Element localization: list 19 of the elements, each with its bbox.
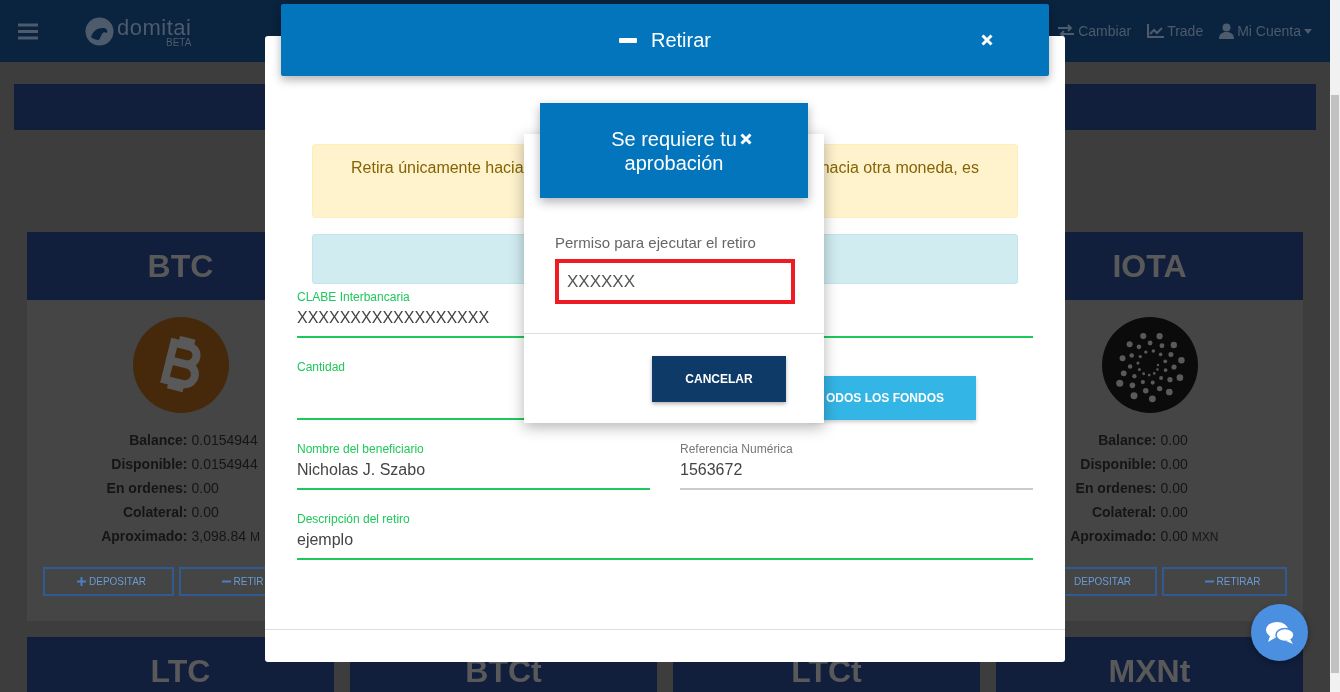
- warning-text: Retira únicamente hacia: [351, 159, 524, 178]
- nav-link[interactable]: Cambiar: [1078, 23, 1132, 39]
- nav-link[interactable]: Mi Cuenta: [1237, 23, 1301, 39]
- coin-symbol: IOTA: [1112, 247, 1187, 285]
- field-label: Permiso para ejecutar el retiro: [555, 234, 757, 252]
- deposit-button[interactable]: DEPOSITAR: [43, 567, 174, 596]
- withdraw-button[interactable]: RETIRAR: [1161, 567, 1287, 596]
- text-field[interactable]: Referencia Numérica 1563672: [680, 442, 1033, 490]
- coin-symbol: MXNt: [1108, 652, 1191, 690]
- dialog-title: Retirar: [651, 28, 711, 52]
- cancel-button[interactable]: CANCELAR: [652, 356, 786, 402]
- coin-symbol: BTC: [147, 247, 214, 285]
- text-field[interactable]: Descripción del retiro ejemplo: [297, 512, 1033, 560]
- nav-link[interactable]: Trade: [1167, 23, 1204, 39]
- dialog-title: Se requiere tu aprobación: [610, 127, 738, 176]
- coin-symbol: LTC: [150, 652, 211, 690]
- beta-tag: BETA: [117, 36, 192, 48]
- permission-input-field[interactable]: XXXXXX: [555, 259, 795, 304]
- text-field[interactable]: Nombre del beneficiario Nicholas J. Szabo: [297, 442, 650, 490]
